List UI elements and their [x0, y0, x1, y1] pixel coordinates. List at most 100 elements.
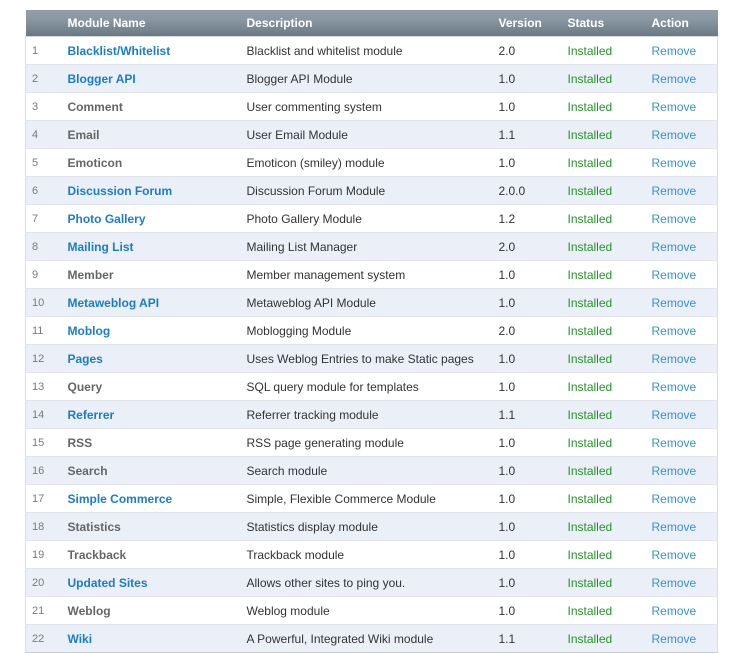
remove-module-link[interactable]: Remove	[652, 100, 697, 114]
module-description: User Email Module	[241, 120, 493, 149]
module-name-link[interactable]: Photo Gallery	[68, 212, 146, 226]
module-action-cell: Remove	[645, 316, 718, 345]
module-action-cell: Remove	[645, 260, 718, 289]
module-status-cell: Installed	[561, 36, 646, 65]
row-number: 7	[25, 204, 48, 233]
remove-module-link[interactable]: Remove	[652, 576, 697, 590]
column-header-description[interactable]: Description	[241, 10, 493, 37]
remove-module-link[interactable]: Remove	[652, 296, 697, 310]
status-badge: Installed	[567, 351, 613, 366]
module-name-text: Weblog	[67, 603, 111, 618]
module-name-link[interactable]: Referrer	[68, 408, 115, 422]
row-number: 11	[25, 316, 48, 345]
row-number: 10	[25, 288, 48, 317]
remove-module-link[interactable]: Remove	[652, 324, 697, 338]
module-action-cell: Remove	[645, 344, 718, 373]
module-status-cell: Installed	[561, 120, 646, 149]
table-row: 7 Photo Gallery Photo Gallery Module 1.2 Ins…	[25, 204, 718, 233]
module-description: RSS page generating module	[241, 428, 493, 457]
module-manager-page: Module Name Description Version Status A…	[0, 0, 733, 653]
row-number: 1	[25, 36, 48, 65]
table-row: 8 Mailing List Mailing List Manager 2.0 Inst…	[25, 232, 718, 261]
module-name-text: Search	[67, 463, 108, 478]
module-name-link[interactable]: Updated Sites	[68, 576, 148, 590]
remove-module-link[interactable]: Remove	[652, 156, 697, 170]
module-status-cell: Installed	[561, 624, 646, 653]
row-number: 9	[25, 260, 48, 289]
module-name-cell: Metaweblog API	[47, 288, 242, 317]
table-row: 1 Blacklist/Whitelist Blacklist and whitel…	[25, 36, 718, 65]
module-name-cell: Simple Commerce	[47, 484, 242, 513]
module-description: Referrer tracking module	[241, 400, 493, 429]
table-row: 11 Moblog Moblogging Module 2.0 Installed Rem…	[25, 316, 718, 345]
remove-module-link[interactable]: Remove	[652, 352, 697, 366]
column-header-status[interactable]: Status	[561, 10, 646, 37]
remove-module-link[interactable]: Remove	[652, 408, 697, 422]
module-version: 1.0	[492, 92, 562, 121]
remove-module-link[interactable]: Remove	[652, 464, 697, 478]
remove-module-link[interactable]: Remove	[652, 240, 697, 254]
module-description: A Powerful, Integrated Wiki module	[241, 624, 493, 653]
remove-module-link[interactable]: Remove	[652, 44, 697, 58]
module-name-link[interactable]: Wiki	[68, 632, 93, 646]
remove-module-link[interactable]: Remove	[652, 492, 697, 506]
remove-module-link[interactable]: Remove	[652, 548, 697, 562]
module-description: Simple, Flexible Commerce Module	[241, 484, 493, 513]
module-status-cell: Installed	[561, 232, 646, 261]
module-description: Uses Weblog Entries to make Static pages	[241, 344, 493, 373]
row-number: 4	[25, 120, 48, 149]
module-action-cell: Remove	[645, 176, 718, 205]
remove-module-link[interactable]: Remove	[652, 184, 697, 198]
module-name-cell: Query	[47, 372, 242, 401]
status-badge: Installed	[567, 127, 613, 142]
column-header-version[interactable]: Version	[492, 10, 562, 37]
remove-module-link[interactable]: Remove	[652, 380, 697, 394]
module-name-link[interactable]: Simple Commerce	[68, 492, 173, 506]
remove-module-link[interactable]: Remove	[652, 72, 697, 86]
module-action-cell: Remove	[645, 400, 718, 429]
module-version: 1.1	[492, 400, 562, 429]
remove-module-link[interactable]: Remove	[652, 212, 697, 226]
module-action-cell: Remove	[645, 64, 718, 93]
module-version: 1.0	[492, 344, 562, 373]
module-action-cell: Remove	[645, 428, 718, 457]
module-name-link[interactable]: Blacklist/Whitelist	[68, 44, 171, 58]
module-status-cell: Installed	[561, 316, 646, 345]
module-action-cell: Remove	[645, 148, 718, 177]
status-badge: Installed	[567, 379, 613, 394]
module-version: 2.0.0	[492, 176, 562, 205]
module-name-link[interactable]: Moblog	[68, 324, 111, 338]
module-description: Blacklist and whitelist module	[241, 36, 493, 65]
module-status-cell: Installed	[561, 596, 646, 625]
module-description: Photo Gallery Module	[241, 204, 493, 233]
table-body: 1 Blacklist/Whitelist Blacklist and whitel…	[25, 36, 718, 653]
module-version: 1.0	[492, 512, 562, 541]
status-badge: Installed	[567, 603, 613, 618]
table-row: 21 Weblog Weblog module 1.0 Installed Remove	[25, 596, 718, 625]
module-status-cell: Installed	[561, 400, 646, 429]
module-name-link[interactable]: Discussion Forum	[68, 184, 173, 198]
remove-module-link[interactable]: Remove	[652, 604, 697, 618]
module-name-link[interactable]: Pages	[68, 352, 103, 366]
module-description: User commenting system	[241, 92, 493, 121]
status-badge: Installed	[567, 43, 613, 58]
module-name-link[interactable]: Mailing List	[68, 240, 134, 254]
remove-module-link[interactable]: Remove	[652, 520, 697, 534]
module-name-cell: Blacklist/Whitelist	[47, 36, 242, 65]
row-number: 15	[25, 428, 48, 457]
table-row: 3 Comment User commenting system 1.0 Install…	[25, 92, 718, 121]
remove-module-link[interactable]: Remove	[652, 268, 697, 282]
module-name-link[interactable]: Metaweblog API	[68, 296, 160, 310]
module-name-link[interactable]: Blogger API	[68, 72, 136, 86]
module-action-cell: Remove	[645, 372, 718, 401]
module-action-cell: Remove	[645, 540, 718, 569]
remove-module-link[interactable]: Remove	[652, 632, 697, 646]
status-badge: Installed	[567, 71, 613, 86]
module-action-cell: Remove	[645, 36, 718, 65]
module-version: 1.1	[492, 624, 562, 653]
module-version: 1.0	[492, 484, 562, 513]
remove-module-link[interactable]: Remove	[652, 128, 697, 142]
remove-module-link[interactable]: Remove	[652, 436, 697, 450]
column-header-module-name[interactable]: Module Name	[47, 10, 242, 37]
module-name-cell: Member	[47, 260, 242, 289]
